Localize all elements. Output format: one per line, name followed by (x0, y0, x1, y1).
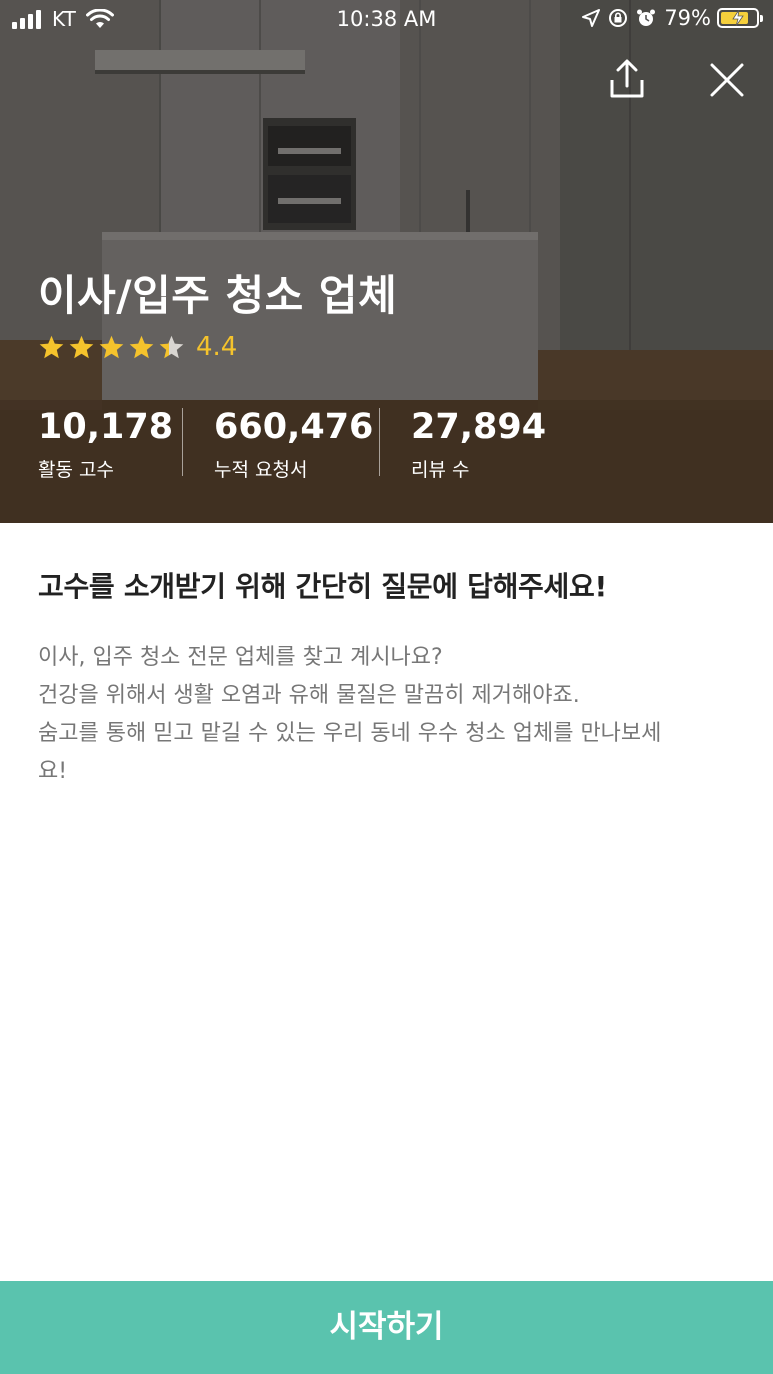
stat-divider (379, 408, 380, 476)
share-icon[interactable] (605, 58, 649, 102)
rating-stars (38, 334, 188, 361)
hero-banner: KT 10:38 AM 79% 이사/입주 청소 업체 4.4 10,178 활… (0, 0, 773, 523)
stat-value: 10,178 (38, 407, 174, 447)
question-heading: 고수를 소개받기 위해 간단히 질문에 답해주세요! (38, 570, 607, 603)
stat-value: 27,894 (411, 407, 547, 447)
close-icon[interactable] (705, 58, 749, 102)
stat-total-requests: 660,476 누적 요청서 (214, 405, 379, 482)
stats-row: 10,178 활동 고수 660,476 누적 요청서 27,894 리뷰 수 (38, 405, 571, 482)
stat-label: 활동 고수 (38, 459, 114, 481)
stat-reviews: 27,894 리뷰 수 (411, 405, 571, 482)
alarm-icon (637, 9, 656, 26)
rating: 4.4 (38, 332, 237, 362)
category-title: 이사/입주 청소 업체 (38, 271, 398, 320)
stat-label: 리뷰 수 (411, 459, 470, 481)
star-icon (69, 335, 94, 358)
stat-divider (182, 408, 183, 476)
intro-section: 고수를 소개받기 위해 간단히 질문에 답해주세요! 이사, 입주 청소 전문 … (38, 565, 738, 791)
stat-label: 누적 요청서 (214, 459, 308, 481)
star-icon (39, 335, 64, 358)
description-line: 숨고를 통해 믿고 맡길 수 있는 우리 동네 우수 청소 업체를 만나보세 (38, 721, 662, 746)
star-icon (129, 335, 154, 358)
stat-active-pros: 10,178 활동 고수 (38, 405, 182, 482)
description-line: 요! (38, 759, 68, 784)
description-line: 건강을 위해서 생활 오염과 유해 물질은 말끔히 제거해야죠. (38, 683, 580, 708)
start-button[interactable]: 시작하기 (0, 1281, 773, 1374)
location-icon (582, 9, 601, 27)
stat-value: 660,476 (214, 407, 374, 447)
status-bar: KT 10:38 AM 79% (0, 0, 773, 40)
rating-value: 4.4 (196, 332, 238, 362)
star-icon (99, 335, 124, 358)
battery-icon (717, 8, 763, 28)
orientation-lock-icon (609, 9, 628, 27)
star-icon (159, 335, 184, 358)
battery-percent: 79% (664, 6, 711, 30)
description: 이사, 입주 청소 전문 업체를 찾고 계시나요? 건강을 위해서 생활 오염과… (38, 639, 738, 791)
description-line: 이사, 입주 청소 전문 업체를 찾고 계시나요? (38, 645, 443, 670)
